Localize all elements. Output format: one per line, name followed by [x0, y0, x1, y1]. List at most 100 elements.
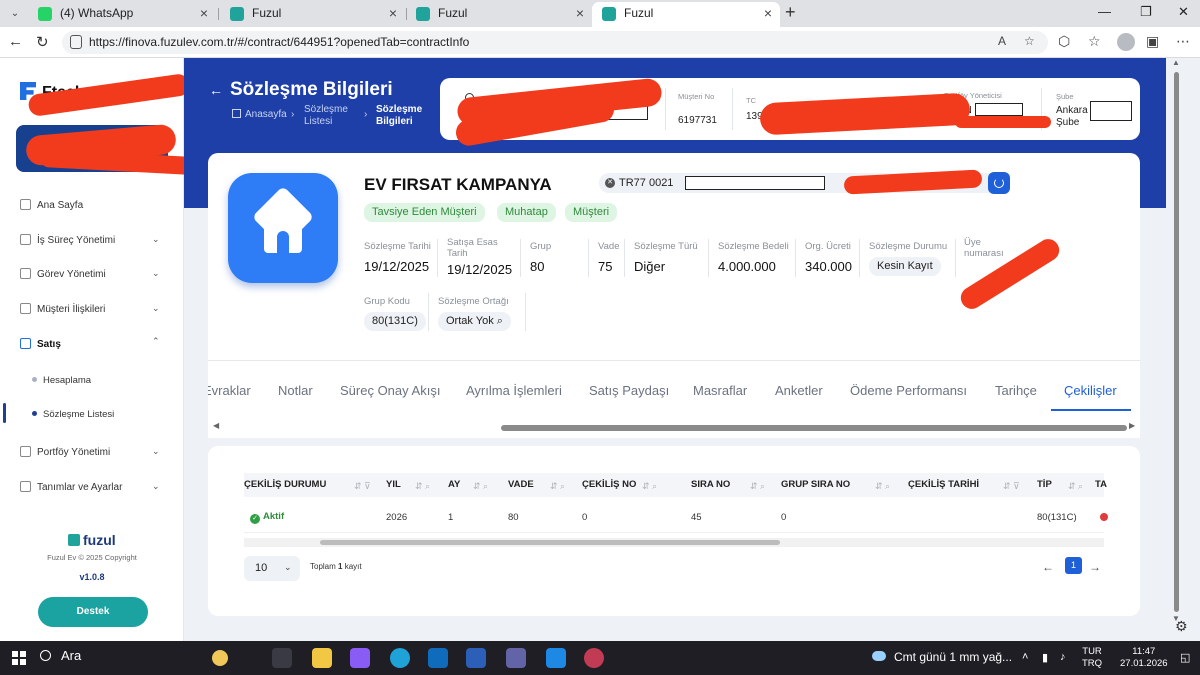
col-header-cekilis-no[interactable]: ÇEKİLİŞ NO: [582, 479, 636, 490]
remove-icon[interactable]: ✕: [605, 178, 615, 188]
sidebar-subitem-hesaplama[interactable]: Hesaplama: [32, 375, 91, 386]
col-header-durum[interactable]: ÇEKİLİŞ DURUMU: [244, 479, 326, 490]
outlook-icon[interactable]: [428, 648, 448, 668]
scroll-up-icon[interactable]: ▲: [1172, 58, 1180, 67]
taskbar-search[interactable]: Ara: [40, 648, 81, 663]
chevron-down-icon[interactable]: ⌄: [152, 268, 160, 279]
read-aloud-icon[interactable]: A: [998, 34, 1006, 48]
tab-tarihce[interactable]: Tarihçe: [995, 383, 1037, 398]
browser-tab-whatsapp[interactable]: (4) WhatsApp ×: [28, 2, 216, 27]
sort-search-icon[interactable]: ⇵ ⌕: [473, 481, 488, 492]
browser-tab-fuzul-2[interactable]: Fuzul ×: [406, 2, 592, 27]
close-icon[interactable]: ×: [389, 2, 397, 25]
app-icon[interactable]: [546, 648, 566, 668]
maximize-icon[interactable]: ❐: [1140, 4, 1152, 20]
sidebar-item-portfoy[interactable]: Portföy Yönetimi: [20, 446, 110, 458]
file-explorer-icon[interactable]: [312, 648, 332, 668]
sort-filter-icon[interactable]: ⇵ ⊽: [1003, 481, 1020, 492]
teams-icon[interactable]: [506, 648, 526, 668]
col-header-vade[interactable]: VADE: [508, 479, 534, 490]
copilot-sparkle-icon[interactable]: [212, 650, 228, 666]
site-info-icon[interactable]: [70, 35, 82, 49]
prev-page-icon[interactable]: ←: [1042, 560, 1054, 574]
windows-start-icon[interactable]: [12, 651, 26, 665]
next-page-icon[interactable]: →: [1089, 560, 1101, 574]
language-indicator[interactable]: TUR TRQ: [1082, 646, 1102, 670]
browser-tab-fuzul-1[interactable]: Fuzul ×: [220, 2, 405, 27]
sidebar-item-satis[interactable]: Satış: [20, 338, 61, 350]
scroll-left-icon[interactable]: ◀: [213, 421, 219, 430]
page-scroll-thumb[interactable]: [1174, 72, 1179, 612]
col-header-ta[interactable]: TA: [1095, 479, 1107, 490]
tabs-scrollbar[interactable]: [501, 425, 1127, 431]
sidebar-item-is-surec[interactable]: İş Süreç Yönetimi: [20, 234, 115, 246]
sort-filter-icon[interactable]: ⇵ ⊽: [354, 481, 371, 492]
chevron-down-icon[interactable]: ⌄: [152, 234, 160, 245]
minimize-icon[interactable]: —: [1098, 4, 1111, 19]
sidebar-subitem-sozlesme-listesi[interactable]: Sözleşme Listesi: [32, 409, 114, 420]
tab-anketler[interactable]: Anketler: [775, 383, 823, 398]
chevron-up-icon[interactable]: ˄: [1022, 651, 1028, 663]
tab-ayrilma[interactable]: Ayrılma İşlemleri: [466, 383, 562, 398]
app-icon[interactable]: [584, 648, 604, 668]
weather-widget[interactable]: Cmt günü 1 mm yağ...: [872, 650, 1012, 664]
close-icon[interactable]: ×: [200, 2, 208, 25]
close-window-icon[interactable]: ✕: [1178, 4, 1189, 20]
more-menu-icon[interactable]: ⋯: [1176, 33, 1190, 50]
copilot-icon[interactable]: [350, 648, 370, 668]
tab-satis-paydasi[interactable]: Satış Paydaşı: [589, 383, 669, 398]
breadcrumb-list[interactable]: Sözleşme Listesi: [304, 104, 360, 128]
col-header-yil[interactable]: YIL: [386, 479, 401, 490]
page-size-select[interactable]: 10 ⌄: [244, 556, 300, 581]
sort-search-icon[interactable]: ⇵ ⌕: [875, 481, 890, 492]
sidebar-item-gorev[interactable]: Görev Yönetimi: [20, 268, 106, 280]
profile-avatar[interactable]: [1117, 33, 1135, 51]
support-button[interactable]: Destek: [38, 597, 148, 627]
chevron-down-icon[interactable]: ⌄: [152, 303, 160, 314]
table-scrollbar[interactable]: [320, 540, 780, 545]
word-icon[interactable]: [466, 648, 486, 668]
col-header-tip[interactable]: TİP: [1037, 479, 1052, 490]
chevron-down-icon[interactable]: ⌄: [152, 446, 160, 457]
sort-search-icon[interactable]: ⇵ ⌕: [415, 481, 430, 492]
sidebar-item-ana-sayfa[interactable]: Ana Sayfa: [20, 199, 83, 211]
sort-search-icon[interactable]: ⇵ ⌕: [642, 481, 657, 492]
col-header-ay[interactable]: AY: [448, 479, 460, 490]
tab-notlar[interactable]: Notlar: [278, 383, 313, 398]
edge-icon[interactable]: [390, 648, 410, 668]
system-clock[interactable]: 11:47 27.01.2026: [1120, 646, 1168, 670]
tab-actions-menu-icon[interactable]: ⌄: [6, 5, 24, 22]
col-header-grup-sira-no[interactable]: GRUP SIRA NO: [781, 479, 850, 490]
tab-surec-onay[interactable]: Süreç Onay Akışı: [340, 383, 440, 398]
sort-search-icon[interactable]: ⇵ ⌕: [750, 481, 765, 492]
page-scrollbar[interactable]: ▲ ▼: [1170, 58, 1182, 623]
gear-icon[interactable]: ⚙: [1175, 618, 1188, 635]
close-icon[interactable]: ×: [576, 2, 584, 25]
partner-badge[interactable]: Ortak Yok ⌕: [438, 312, 511, 331]
new-tab-icon[interactable]: +: [785, 2, 796, 23]
tab-odeme-performansi[interactable]: Ödeme Performansı: [850, 383, 967, 398]
tab-cekilisler[interactable]: Çekilişler: [1064, 383, 1117, 398]
close-icon[interactable]: ×: [764, 2, 772, 25]
sort-search-icon[interactable]: ⇵ ⌕: [1068, 481, 1083, 492]
chevron-down-icon[interactable]: ⌄: [152, 481, 160, 492]
url-field[interactable]: https://finova.fuzulev.com.tr/#/contract…: [62, 31, 1048, 54]
reload-icon[interactable]: ↻: [36, 33, 49, 51]
col-header-sira-no[interactable]: SIRA NO: [691, 479, 730, 490]
sidebar-item-tanimlar[interactable]: Tanımlar ve Ayarlar: [20, 481, 122, 493]
breadcrumb-home[interactable]: Anasayfa: [232, 109, 287, 120]
back-arrow-icon[interactable]: ←: [209, 82, 223, 98]
browser-tab-fuzul-active[interactable]: Fuzul ×: [592, 2, 780, 27]
favorite-star-icon[interactable]: ☆: [1024, 34, 1035, 48]
volume-icon[interactable]: ♪: [1060, 651, 1066, 663]
page-number-button[interactable]: 1: [1065, 557, 1082, 574]
back-icon[interactable]: ←: [8, 33, 23, 50]
refresh-button[interactable]: [988, 172, 1010, 194]
extensions-icon[interactable]: ⬡: [1058, 33, 1070, 50]
scroll-right-icon[interactable]: ▶: [1129, 421, 1135, 430]
col-header-cekilis-tarihi[interactable]: ÇEKİLİŞ TARİHİ: [908, 479, 979, 490]
sidebar-toggle-icon[interactable]: ▣: [1146, 33, 1159, 50]
favorites-icon[interactable]: ☆: [1088, 33, 1101, 50]
task-view-icon[interactable]: [272, 648, 292, 668]
notifications-icon[interactable]: ◱: [1180, 651, 1190, 664]
